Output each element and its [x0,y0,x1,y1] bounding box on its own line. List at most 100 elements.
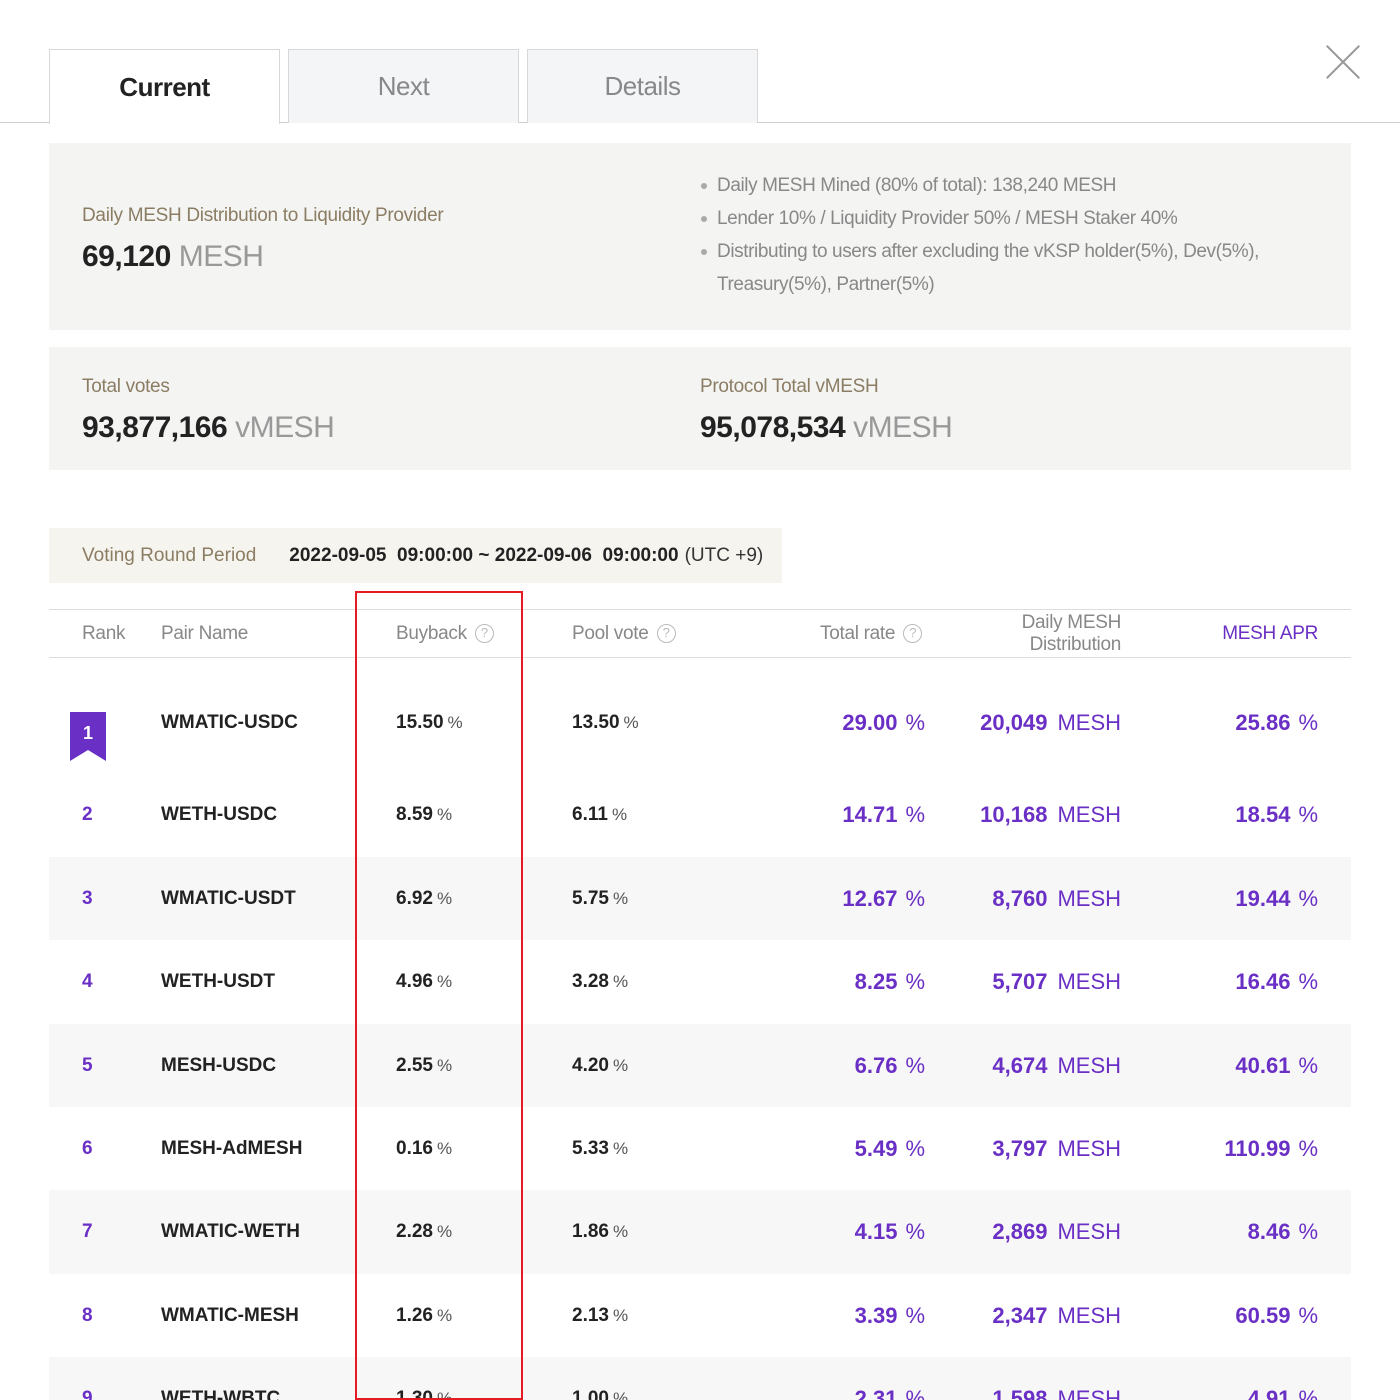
percent-sign: % [905,1135,925,1161]
buyback-value: 8.59% [396,773,452,857]
distribution-value: 8,760 MESH [992,857,1121,940]
percent-sign: % [612,1222,629,1241]
pool-vote-number: 4.20 [572,1054,609,1076]
help-icon[interactable]: ? [656,624,676,643]
table-row[interactable]: 7 WMATIC-WETH 2.28% 1.86% 4.15% 2,869 MESH 8.46… [49,1190,1351,1274]
apr-value: 19.44% [1235,857,1318,940]
mesh-unit: MESH [1057,885,1121,911]
mesh-unit: MESH [1057,1302,1121,1328]
percent-sign: % [1298,1135,1318,1161]
period-timezone: (UTC +9) [684,544,764,566]
total-votes-label: Total votes [82,376,170,397]
table-row[interactable]: 4 WETH-USDT 4.96% 3.28% 8.25% 5,707 MESH 16.46% [49,940,1351,1024]
table-row[interactable]: 9 WETH-WBTC 1.30% 1.00% 2.31% 1,598 MESH 4.91% [49,1357,1351,1400]
buyback-value: 0.16% [396,1107,452,1190]
total-votes-amount: 93,877,166 [82,411,228,444]
pair-name: WMATIC-WETH [161,1221,300,1242]
table-row[interactable]: 2 WETH-USDC 8.59% 6.11% 14.71% 10,168 MESH 18.5… [49,773,1351,857]
pool-vote-number: 1.86 [572,1221,609,1242]
total-rate-value: 12.67% [842,857,925,940]
rank-number: 2 [82,804,93,825]
percent-sign: % [612,1138,629,1158]
tab-bar: Current Next Details [0,0,1400,124]
percent-sign: % [1298,802,1318,827]
percent-sign: % [436,805,453,824]
col-daily-distribution: Daily MESH Distribution [1021,610,1122,657]
pool-vote-value: 13.50% [572,673,639,773]
total-votes-unit: vMESH [235,411,335,444]
rank-number: 5 [82,1054,93,1076]
note-item: Daily MESH Mined (80% of total): 138,240… [699,169,1329,202]
rank-number: 3 [82,887,93,909]
percent-sign: % [905,710,925,735]
pool-vote-number: 13.50 [572,712,620,733]
table-row[interactable]: 3 WMATIC-USDT 6.92% 5.75% 12.67% 8,760 MESH 19.… [49,857,1351,940]
buyback-number: 15.50 [396,712,444,733]
distribution-value: 69,120 MESH [82,240,264,274]
protocol-total-value: 95,078,534 vMESH [700,411,953,445]
percent-sign: % [436,1388,453,1400]
total-rate-value: 14.71% [842,773,925,857]
mesh-unit: MESH [1057,1385,1121,1400]
protocol-total-amount: 95,078,534 [700,411,846,444]
buyback-value: 2.28% [396,1190,452,1274]
help-icon[interactable]: ? [474,624,494,643]
table-row[interactable]: 5 MESH-USDC 2.55% 4.20% 6.76% 4,674 MESH 40.61% [49,1024,1351,1107]
tab-details[interactable]: Details [527,49,758,123]
tab-current[interactable]: Current [49,49,280,124]
apr-number: 8.46 [1247,1219,1291,1244]
buyback-value: 4.96% [396,940,452,1024]
buyback-number: 8.59 [396,804,433,825]
col-dist-line1: Daily MESH [1021,611,1122,633]
period-label: Voting Round Period [82,544,257,566]
protocol-total-unit: vMESH [853,411,953,444]
distribution-unit: MESH [178,240,264,273]
rank-number: 9 [82,1387,93,1400]
buyback-number: 1.30 [396,1387,433,1400]
percent-sign: % [1298,1385,1318,1400]
col-rank: Rank [82,622,126,644]
buyback-value: 1.26% [396,1274,452,1357]
table-row[interactable]: 6 MESH-AdMESH 0.16% 5.33% 5.49% 3,797 MESH 110.… [49,1107,1351,1190]
rank-number: 4 [82,971,93,992]
col-buyback-label: Buyback [396,622,467,644]
distribution-amount: 69,120 [82,240,171,273]
mesh-unit: MESH [1057,710,1121,735]
close-icon[interactable] [1326,45,1360,79]
total-rate-value: 3.39% [855,1274,925,1357]
col-pool-vote: Pool vote ? [572,610,676,657]
distribution-number: 4,674 [992,1052,1048,1078]
buyback-value: 2.55% [396,1024,452,1107]
total-rate-number: 8.25 [854,969,898,994]
pool-vote-value: 5.75% [572,857,628,940]
distribution-number: 3,797 [992,1135,1048,1161]
buyback-number: 0.16 [396,1137,433,1159]
table-row[interactable]: 1 WMATIC-USDC 15.50% 13.50% 29.00% 20,049 MESH… [49,673,1351,773]
tab-next[interactable]: Next [288,49,519,123]
buyback-number: 2.28 [396,1221,433,1242]
total-rate-number: 5.49 [854,1135,898,1161]
distribution-number: 5,707 [992,969,1048,994]
total-rate-value: 2.31% [855,1357,925,1400]
percent-sign: % [436,1222,453,1241]
percent-sign: % [612,1305,629,1325]
total-rate-value: 29.00% [842,673,925,773]
distribution-number: 10,168 [980,802,1048,827]
rank-number: 8 [82,1304,93,1326]
pool-vote-value: 4.20% [572,1024,628,1107]
percent-sign: % [612,1055,629,1075]
pool-vote-value: 5.33% [572,1107,628,1190]
apr-number: 25.86 [1235,710,1291,735]
pool-vote-number: 3.28 [572,971,609,992]
percent-sign: % [1298,885,1318,911]
apr-value: 4.91% [1248,1357,1318,1400]
help-icon[interactable]: ? [903,624,923,643]
buyback-number: 1.26 [396,1304,433,1326]
percent-sign: % [905,969,925,994]
distribution-number: 20,049 [980,710,1048,735]
apr-value: 110.99% [1224,1107,1318,1190]
table-row[interactable]: 8 WMATIC-MESH 1.26% 2.13% 3.39% 2,347 MESH 60.5… [49,1274,1351,1357]
apr-number: 60.59 [1235,1302,1291,1328]
pool-vote-value: 3.28% [572,940,628,1024]
percent-sign: % [905,1385,925,1400]
